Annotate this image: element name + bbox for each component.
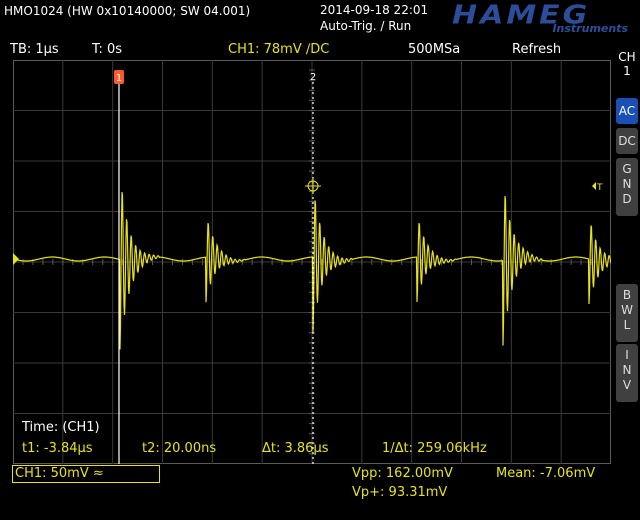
device-info: HMO1024 (HW 0x10140000; SW 04.001)	[4, 4, 251, 18]
ch1-level-arrow	[13, 253, 19, 265]
trigger-mode: Auto-Trig. / Run	[320, 19, 412, 33]
side-channel-title: CH 1	[618, 50, 636, 78]
mean-value: Mean: -7.06mV	[496, 466, 596, 481]
datetime: 2014-09-18 22:01	[320, 3, 429, 17]
waveform-display: 121T	[0, 59, 612, 465]
cursor-1-label: 1	[116, 73, 122, 84]
coupling-dc-button[interactable]: DC	[616, 128, 638, 154]
invert-button[interactable]: I N V	[616, 344, 638, 402]
brand-sub: Instruments	[552, 22, 628, 35]
trigger-level-arrow	[592, 182, 596, 190]
timebase[interactable]: TB: 1µs	[10, 42, 59, 57]
measurement-title: Time: (CH1)	[22, 420, 100, 435]
vp-plus-value: Vp+: 93.31mV	[352, 485, 448, 500]
coupling-gnd-button[interactable]: G N D	[616, 158, 638, 216]
vpp-value: Vpp: 162.00mV	[352, 466, 453, 481]
bwl-button[interactable]: B W L	[616, 284, 638, 342]
channel-setting[interactable]: CH1: 78mV ∕DC	[228, 42, 329, 57]
cursor-2-label: 2	[310, 72, 316, 83]
trigger-level-label: T	[596, 183, 603, 193]
acq-mode[interactable]: Refresh	[512, 42, 561, 57]
coupling-ac-button[interactable]: AC	[616, 98, 638, 124]
sample-rate: 500MSa	[408, 42, 461, 57]
delta-t-value: Δt: 3.86µs	[262, 441, 329, 456]
inverse-delta-t-value: 1/Δt: 259.06kHz	[382, 441, 487, 456]
cursor-t1-value: t1: -3.84µs	[22, 441, 93, 456]
ch1-scale-box[interactable]: CH1: 50mV ≈	[12, 465, 160, 483]
scope-screen[interactable]: 121T	[0, 59, 612, 465]
trigger-time[interactable]: T: 0s	[92, 42, 122, 57]
brand-logo: HAMEG Instruments	[452, 1, 634, 36]
cursor-t2-value: t2: 20.00ns	[142, 441, 217, 456]
